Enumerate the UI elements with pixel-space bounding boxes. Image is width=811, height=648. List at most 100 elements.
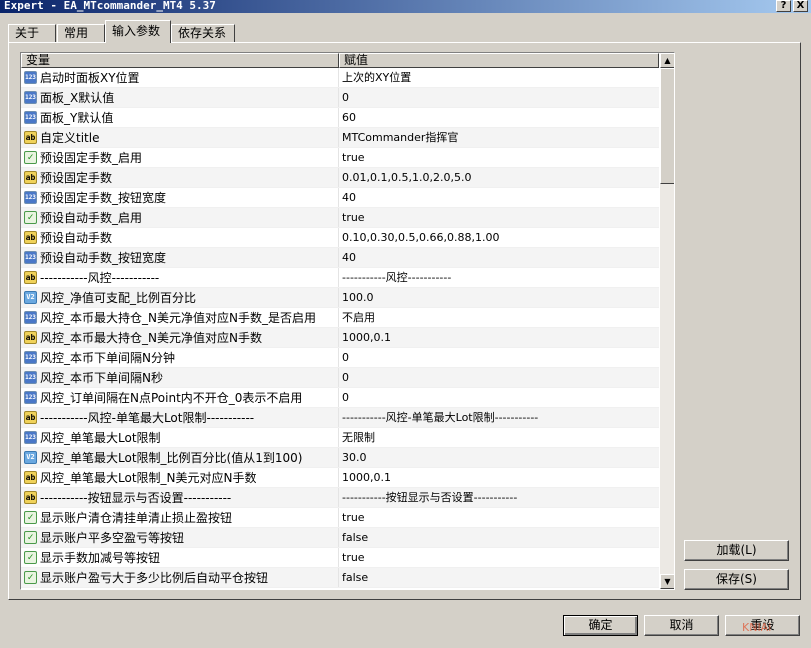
variable-name: 风控_单笔最大Lot限制 [40, 431, 161, 445]
table-row[interactable]: ab 预设自动手数 0.10,0.30,0.5,0.66,0.88,1.00 [21, 228, 659, 248]
tab-inputs[interactable]: 输入参数 [105, 20, 171, 43]
value-cell[interactable]: 无限制 [339, 428, 659, 447]
value-cell[interactable]: false [339, 568, 659, 587]
variable-name: 面板_X默认值 [40, 91, 115, 105]
table-row[interactable]: ab 自定义title MTCommander指挥官 [21, 128, 659, 148]
table-row[interactable]: 123 风控_本币下单间隔N秒 0 [21, 368, 659, 388]
value-cell[interactable]: -----------风控----------- [339, 268, 659, 287]
table-row[interactable]: ✓ 显示账户清仓清挂单清止损止盈按钮 true [21, 508, 659, 528]
dbl-type-icon: V2 [24, 451, 37, 464]
table-row[interactable]: V2 风控_净值可支配_比例百分比 100.0 [21, 288, 659, 308]
scroll-down-button[interactable]: ▼ [660, 574, 674, 589]
watermark-logo: KNIAi [742, 621, 772, 634]
tab-common[interactable]: 常用 [57, 24, 105, 42]
variable-cell: 123 风控_本币下单间隔N秒 [21, 368, 339, 387]
variable-name: 风控_订单间隔在N点Point内不开仓_0表示不启用 [40, 391, 303, 405]
value-cell[interactable]: false [339, 528, 659, 547]
bool-type-icon: ✓ [24, 571, 37, 584]
window-title: Expert - EA_MTcommander_MT4 5.37 [4, 0, 216, 12]
table-row[interactable]: ✓ 预设自动手数_启用 true [21, 208, 659, 228]
value-cell[interactable]: 0 [339, 348, 659, 367]
int-type-icon: 123 [24, 371, 37, 384]
variable-cell: ab 自定义title [21, 128, 339, 147]
grid-header: 变量 赋值 [21, 53, 659, 68]
value-cell[interactable]: true [339, 548, 659, 567]
save-button[interactable]: 保存(S) [684, 569, 789, 590]
table-row[interactable]: ab -----------风控----------- -----------风控-… [21, 268, 659, 288]
table-row[interactable]: 123 预设固定手数_按钮宽度 40 [21, 188, 659, 208]
value-cell[interactable]: true [339, 148, 659, 167]
table-row[interactable]: ✓ 显示账户平多空盈亏等按钮 false [21, 528, 659, 548]
bool-type-icon: ✓ [24, 211, 37, 224]
table-row[interactable]: ✓ 显示账户盈亏大于多少比例后自动平仓按钮 false [21, 568, 659, 588]
variable-cell: ✓ 显示账户盈亏大于多少比例后自动平仓按钮 [21, 568, 339, 587]
table-row[interactable]: 123 风控_单笔最大Lot限制 无限制 [21, 428, 659, 448]
value-cell[interactable]: true [339, 508, 659, 527]
bool-type-icon: ✓ [24, 551, 37, 564]
table-row[interactable]: ab -----------风控-单笔最大Lot限制----------- ----… [21, 408, 659, 428]
title-bar: Expert - EA_MTcommander_MT4 5.37 ? X [0, 0, 811, 13]
table-row[interactable]: 123 启动时面板XY位置 上次的XY位置 [21, 68, 659, 88]
tab-about[interactable]: 关于 [8, 24, 56, 42]
table-row[interactable]: V2 风控_单笔最大Lot限制_比例百分比(值从1到100) 30.0 [21, 448, 659, 468]
tab-dependencies[interactable]: 依存关系 [171, 24, 235, 42]
value-cell[interactable]: MTCommander指挥官 [339, 128, 659, 147]
value-cell[interactable]: 60 [339, 108, 659, 127]
table-row[interactable]: ab -----------按钮显示与否设置----------- --------… [21, 488, 659, 508]
variable-cell: 123 启动时面板XY位置 [21, 68, 339, 87]
table-row[interactable]: 123 面板_X默认值 0 [21, 88, 659, 108]
variable-name: 预设自动手数 [40, 231, 113, 245]
value-cell[interactable]: true [339, 208, 659, 227]
variable-cell: ab 风控_本币最大持仓_N美元净值对应N手数 [21, 328, 339, 347]
value-cell[interactable]: 40 [339, 248, 659, 267]
value-cell[interactable]: 上次的XY位置 [339, 68, 659, 87]
table-row[interactable]: ✓ 预设固定手数_启用 true [21, 148, 659, 168]
value-cell[interactable]: 0 [339, 388, 659, 407]
variable-name: 自定义title [40, 131, 100, 145]
table-row[interactable]: 123 预设自动手数_按钮宽度 40 [21, 248, 659, 268]
variable-name: 风控_本币最大持仓_N美元净值对应N手数_是否启用 [40, 311, 316, 325]
value-cell[interactable]: 1000,0.1 [339, 328, 659, 347]
value-cell[interactable]: 0.01,0.1,0.5,1.0,2.0,5.0 [339, 168, 659, 187]
value-cell[interactable]: -----------按钮显示与否设置----------- [339, 488, 659, 507]
value-cell[interactable]: 不启用 [339, 308, 659, 327]
variable-name: 风控_单笔最大Lot限制_N美元对应N手数 [40, 471, 257, 485]
table-row[interactable]: 123 风控_本币下单间隔N分钟 0 [21, 348, 659, 368]
column-header-value[interactable]: 赋值 [339, 53, 659, 68]
variable-cell: ✓ 预设自动手数_启用 [21, 208, 339, 227]
str-type-icon: ab [24, 411, 37, 424]
value-cell[interactable]: 0 [339, 88, 659, 107]
value-cell[interactable]: -----------风控-单笔最大Lot限制----------- [339, 408, 659, 427]
table-row[interactable]: ab 预设固定手数 0.01,0.1,0.5,1.0,2.0,5.0 [21, 168, 659, 188]
column-header-variable[interactable]: 变量 [21, 53, 339, 68]
help-button[interactable]: ? [776, 0, 791, 12]
str-type-icon: ab [24, 171, 37, 184]
table-row[interactable]: ab 风控_本币最大持仓_N美元净值对应N手数 1000,0.1 [21, 328, 659, 348]
scroll-thumb[interactable] [660, 68, 674, 184]
variable-cell: ab 风控_单笔最大Lot限制_N美元对应N手数 [21, 468, 339, 487]
variable-name: 预设自动手数_按钮宽度 [40, 251, 167, 265]
grid-rows: 123 启动时面板XY位置 上次的XY位置 123 面板_X默认值 0 123 面板_Y默认值… [21, 68, 659, 588]
value-cell[interactable]: 40 [339, 188, 659, 207]
value-cell[interactable]: 30.0 [339, 448, 659, 467]
table-row[interactable]: ✓ 显示手数加减号等按钮 true [21, 548, 659, 568]
value-cell[interactable]: 0.10,0.30,0.5,0.66,0.88,1.00 [339, 228, 659, 247]
load-button[interactable]: 加载(L) [684, 540, 789, 561]
variable-cell: ✓ 显示账户平多空盈亏等按钮 [21, 528, 339, 547]
variable-name: 预设固定手数 [40, 171, 113, 185]
value-cell[interactable]: 1000,0.1 [339, 468, 659, 487]
value-cell[interactable]: 0 [339, 368, 659, 387]
close-button[interactable]: X [793, 0, 808, 12]
table-row[interactable]: 123 面板_Y默认值 60 [21, 108, 659, 128]
table-row[interactable]: 123 风控_本币最大持仓_N美元净值对应N手数_是否启用 不启用 [21, 308, 659, 328]
ok-button[interactable]: 确定 [563, 615, 638, 636]
variable-cell: ✓ 显示账户清仓清挂单清止损止盈按钮 [21, 508, 339, 527]
table-row[interactable]: ab 风控_单笔最大Lot限制_N美元对应N手数 1000,0.1 [21, 468, 659, 488]
vertical-scrollbar[interactable]: ▲ ▼ [660, 53, 674, 589]
scroll-up-button[interactable]: ▲ [660, 53, 674, 68]
value-cell[interactable]: 100.0 [339, 288, 659, 307]
variable-cell: 123 预设自动手数_按钮宽度 [21, 248, 339, 267]
cancel-button[interactable]: 取消 [644, 615, 719, 636]
variable-cell: ab -----------风控----------- [21, 268, 339, 287]
table-row[interactable]: 123 风控_订单间隔在N点Point内不开仓_0表示不启用 0 [21, 388, 659, 408]
